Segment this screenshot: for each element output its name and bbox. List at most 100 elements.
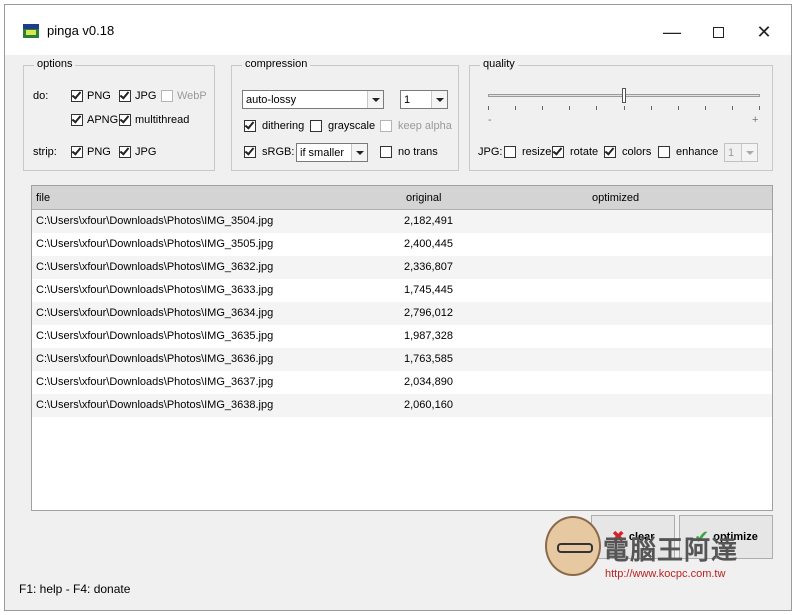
strip-jpg-checkbox[interactable]: [119, 145, 131, 158]
close-button[interactable]: ✕: [741, 15, 787, 49]
multithread-label: multithread: [135, 114, 190, 126]
column-header-original[interactable]: original: [406, 192, 441, 204]
table-row[interactable]: C:\Users\xfour\Downloads\Photos\IMG_3636…: [32, 348, 772, 371]
slider-tick: [732, 106, 733, 110]
slider-tick: [515, 106, 516, 110]
slider-tick: [678, 106, 679, 110]
compression-group: compression auto-lossy 1 dithering grays…: [231, 58, 459, 171]
row-original: 2,400,445: [404, 238, 453, 250]
compression-mode-value: auto-lossy: [246, 94, 297, 106]
row-file: C:\Users\xfour\Downloads\Photos\IMG_3632…: [36, 261, 274, 273]
compression-level-value: 1: [404, 94, 411, 106]
slider-tick: [759, 106, 760, 110]
compression-group-title: compression: [242, 58, 311, 70]
compression-mode-select[interactable]: auto-lossy: [242, 90, 384, 109]
colors-checkbox[interactable]: [604, 145, 616, 158]
column-header-file[interactable]: file: [36, 192, 50, 204]
resize-label: resize: [522, 146, 552, 158]
row-original: 2,060,160: [404, 399, 453, 411]
options-group-title: options: [34, 58, 76, 70]
row-original: 2,336,807: [404, 261, 453, 273]
table-row[interactable]: C:\Users\xfour\Downloads\Photos\IMG_3635…: [32, 325, 772, 348]
watermark-title: 電腦王阿達: [603, 535, 739, 565]
title-bar: pinga v0.18 — ✕: [5, 5, 791, 55]
do-label: do:: [33, 90, 49, 102]
resize-checkbox[interactable]: [504, 146, 516, 158]
row-file: C:\Users\xfour\Downloads\Photos\IMG_3637…: [36, 376, 274, 388]
mascot-icon: [545, 516, 601, 576]
quality-minus-label: -: [488, 114, 492, 126]
row-file: C:\Users\xfour\Downloads\Photos\IMG_3638…: [36, 399, 274, 411]
quality-plus-label: +: [752, 114, 759, 126]
file-list-header: file original optimized: [32, 186, 772, 210]
dithering-checkbox[interactable]: [244, 119, 256, 132]
strip-png-label: PNG: [87, 146, 111, 158]
row-original: 2,182,491: [404, 215, 453, 227]
quality-group: quality - + JPG: resize rotate colors en…: [469, 58, 773, 171]
slider-tick: [624, 106, 625, 110]
grayscale-checkbox[interactable]: [310, 120, 322, 132]
row-file: C:\Users\xfour\Downloads\Photos\IMG_3634…: [36, 307, 274, 319]
strip-jpg-label: JPG: [135, 146, 157, 158]
file-list[interactable]: file original optimized C:\Users\xfour\D…: [31, 185, 773, 511]
table-row[interactable]: C:\Users\xfour\Downloads\Photos\IMG_3638…: [32, 394, 772, 417]
grayscale-label: grayscale: [328, 120, 376, 132]
slider-tick: [596, 106, 597, 110]
no-trans-checkbox[interactable]: [380, 146, 392, 158]
options-group: options do: PNG JPG WebP APNG multithrea…: [23, 58, 215, 171]
png-label: PNG: [87, 90, 111, 102]
slider-tick: [569, 106, 570, 110]
quality-slider-thumb[interactable]: [622, 88, 626, 103]
chevron-down-icon: [351, 144, 367, 161]
webp-label: WebP: [177, 90, 207, 102]
slider-tick: [488, 106, 489, 110]
minimize-button[interactable]: —: [649, 15, 695, 49]
row-original: 2,034,890: [404, 376, 453, 388]
srgb-mode-select[interactable]: if smaller: [296, 143, 368, 162]
no-trans-label: no trans: [398, 146, 438, 158]
apng-checkbox[interactable]: [71, 113, 83, 126]
rotate-label: rotate: [570, 146, 599, 158]
keep-alpha-checkbox[interactable]: [380, 120, 392, 132]
compression-level-select[interactable]: 1: [400, 90, 448, 109]
minimize-icon: —: [663, 21, 681, 42]
table-row[interactable]: C:\Users\xfour\Downloads\Photos\IMG_3505…: [32, 233, 772, 256]
row-original: 1,987,328: [404, 330, 453, 342]
enhance-checkbox[interactable]: [658, 146, 670, 158]
table-row[interactable]: C:\Users\xfour\Downloads\Photos\IMG_3504…: [32, 210, 772, 233]
column-header-optimized[interactable]: optimized: [592, 192, 639, 204]
quality-slider-ticks: [488, 106, 760, 111]
maximize-button[interactable]: [695, 15, 741, 49]
png-checkbox[interactable]: [71, 89, 83, 102]
table-row[interactable]: C:\Users\xfour\Downloads\Photos\IMG_3633…: [32, 279, 772, 302]
app-icon: [23, 24, 39, 38]
table-row[interactable]: C:\Users\xfour\Downloads\Photos\IMG_3632…: [32, 256, 772, 279]
multithread-checkbox[interactable]: [119, 113, 131, 126]
table-row[interactable]: C:\Users\xfour\Downloads\Photos\IMG_3637…: [32, 371, 772, 394]
row-file: C:\Users\xfour\Downloads\Photos\IMG_3505…: [36, 238, 274, 250]
jpg-checkbox[interactable]: [119, 89, 131, 102]
enhance-label: enhance: [676, 146, 719, 158]
webp-checkbox[interactable]: [161, 90, 173, 102]
row-original: 1,745,445: [404, 284, 453, 296]
srgb-checkbox[interactable]: [244, 145, 256, 158]
chevron-down-icon: [367, 91, 383, 108]
slider-tick: [542, 106, 543, 110]
enhance-level-select[interactable]: 1: [724, 143, 758, 162]
row-original: 2,796,012: [404, 307, 453, 319]
rotate-checkbox[interactable]: [552, 145, 564, 158]
row-original: 1,763,585: [404, 353, 453, 365]
table-row[interactable]: C:\Users\xfour\Downloads\Photos\IMG_3634…: [32, 302, 772, 325]
strip-png-checkbox[interactable]: [71, 145, 83, 158]
dithering-label: dithering: [262, 120, 305, 132]
row-file: C:\Users\xfour\Downloads\Photos\IMG_3504…: [36, 215, 274, 227]
maximize-icon: [712, 26, 724, 38]
watermark: 電腦王阿達 http://www.kocpc.com.tw: [545, 508, 770, 588]
row-file: C:\Users\xfour\Downloads\Photos\IMG_3636…: [36, 353, 274, 365]
enhance-level-value: 1: [728, 147, 735, 159]
keep-alpha-label: keep alpha: [398, 120, 452, 132]
slider-tick: [651, 106, 652, 110]
row-file: C:\Users\xfour\Downloads\Photos\IMG_3635…: [36, 330, 274, 342]
watermark-url: http://www.kocpc.com.tw: [605, 568, 726, 580]
chevron-down-icon: [741, 144, 757, 161]
